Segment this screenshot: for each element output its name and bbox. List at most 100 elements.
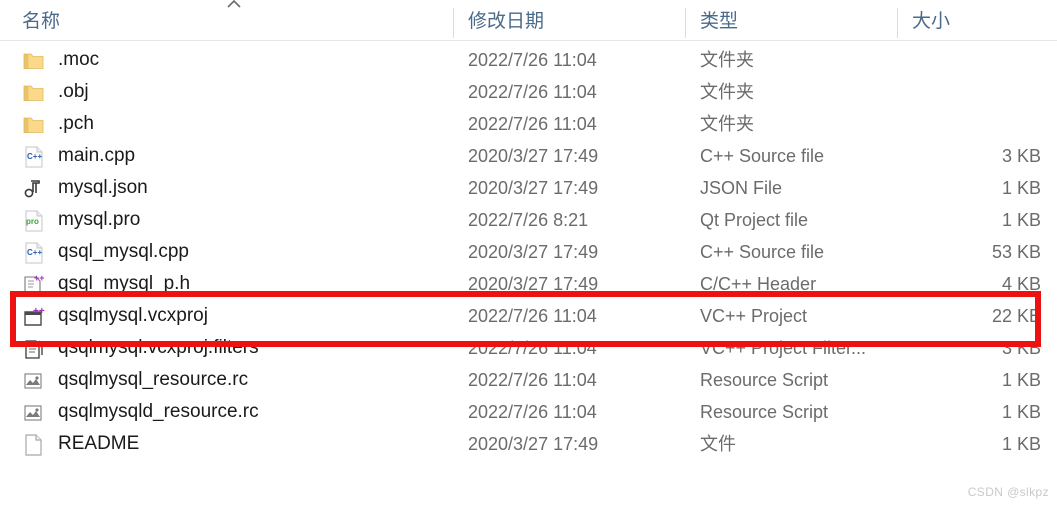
- file-explorer-window: 名称 修改日期 类型 大小 .moc 2022/7/26 11:04 文件夹 .obj…: [0, 0, 1057, 505]
- table-row[interactable]: C++ qsql_mysql.cpp 2020/3/27 17:49 C++ Sour…: [0, 236, 1057, 268]
- file-name-label: mysql.json: [58, 177, 148, 198]
- cell-name[interactable]: ++ qsql_mysql_p.h: [22, 268, 442, 300]
- cell-name[interactable]: qsqlmysqld_resource.rc: [22, 396, 442, 428]
- cell-size: 1 KB: [1001, 402, 1041, 422]
- cell-name[interactable]: .moc: [22, 44, 442, 76]
- generic-file-icon: [22, 434, 46, 456]
- file-name-label: .obj: [58, 81, 89, 102]
- cell-date-modified: 2022/7/26 11:04: [468, 50, 597, 70]
- cpp-source-file-icon: C++: [22, 242, 46, 264]
- cell-name[interactable]: ++ qsqlmysql.vcxproj: [22, 300, 442, 332]
- cell-type: 文件夹: [700, 114, 754, 134]
- table-row[interactable]: .pch 2022/7/26 11:04 文件夹: [0, 108, 1057, 140]
- cell-date-modified: 2020/3/27 17:49: [468, 274, 599, 294]
- cell-type: JSON File: [700, 178, 783, 198]
- table-row[interactable]: qsqlmysql_resource.rc 2022/7/26 11:04 Reso…: [0, 364, 1057, 396]
- cell-type: Qt Project file: [700, 210, 809, 230]
- cell-size: 53 KB: [991, 242, 1041, 262]
- folder-icon: [22, 82, 46, 104]
- file-name-label: qsqlmysql.vcxproj: [58, 305, 208, 326]
- cell-date-modified: 2022/7/26 11:04: [468, 306, 597, 326]
- cell-date-modified: 2022/7/26 11:04: [468, 338, 597, 358]
- folder-icon: [22, 50, 46, 72]
- cell-name[interactable]: README: [22, 428, 442, 460]
- cell-name[interactable]: qsqlmysql_resource.rc: [22, 364, 442, 396]
- column-divider-date-type[interactable]: [685, 8, 686, 38]
- json-file-icon: [22, 178, 46, 200]
- cell-size: 22 KB: [991, 306, 1041, 326]
- cell-name[interactable]: C++ qsql_mysql.cpp: [22, 236, 442, 268]
- cell-name[interactable]: mysql.json: [22, 172, 442, 204]
- file-name-label: .pch: [58, 113, 94, 134]
- cell-name[interactable]: qsqlmysql.vcxproj.filters: [22, 332, 442, 364]
- file-name-label: .moc: [58, 49, 100, 70]
- column-header-size[interactable]: 大小: [912, 4, 950, 40]
- cell-name[interactable]: C++ main.cpp: [22, 140, 442, 172]
- table-row[interactable]: qsqlmysql.vcxproj.filters 2022/7/26 11:04…: [0, 332, 1057, 364]
- column-header-row: 名称 修改日期 类型 大小: [0, 4, 1057, 40]
- cell-type: C/C++ Header: [700, 274, 817, 294]
- column-divider-type-size[interactable]: [897, 8, 898, 38]
- cell-date-modified: 2022/7/26 11:04: [468, 82, 597, 102]
- file-name-label: mysql.pro: [58, 209, 141, 230]
- cell-size: 3 KB: [1001, 146, 1041, 166]
- table-row[interactable]: ++ qsqlmysql.vcxproj 2022/7/26 11:04 VC++ P…: [0, 300, 1057, 332]
- resource-script-file-icon: [22, 402, 46, 424]
- cell-size: [880, 108, 1041, 140]
- cell-size: 4 KB: [1001, 274, 1041, 294]
- column-header-name[interactable]: 名称: [22, 4, 60, 40]
- table-row[interactable]: mysql.json 2020/3/27 17:49 JSON File 1 KB: [0, 172, 1057, 204]
- column-divider-name-date[interactable]: [453, 8, 454, 38]
- cell-size: 1 KB: [1001, 434, 1041, 454]
- cell-date-modified: 2020/3/27 17:49: [468, 146, 599, 166]
- header-divider: [0, 40, 1057, 41]
- file-name-label: qsqlmysql_resource.rc: [58, 369, 249, 390]
- column-header-type[interactable]: 类型: [700, 4, 738, 40]
- svg-text:++: ++: [34, 274, 45, 283]
- svg-text:C++: C++: [27, 152, 42, 161]
- cell-type: Resource Script: [700, 370, 829, 390]
- svg-text:C++: C++: [27, 248, 42, 257]
- file-name-label: main.cpp: [58, 145, 136, 166]
- cell-type: VC++ Project: [700, 306, 808, 326]
- cell-type: VC++ Project Filter...: [700, 338, 867, 358]
- file-list: .moc 2022/7/26 11:04 文件夹 .obj 2022/7/26 11:0…: [0, 44, 1057, 460]
- table-row[interactable]: pro mysql.pro 2022/7/26 8:21 Qt Project fil…: [0, 204, 1057, 236]
- cell-type: C++ Source file: [700, 146, 825, 166]
- cpp-header-file-icon: ++: [22, 274, 46, 296]
- cell-size: 1 KB: [1001, 370, 1041, 390]
- cell-size: 1 KB: [1001, 178, 1041, 198]
- table-row[interactable]: .moc 2022/7/26 11:04 文件夹: [0, 44, 1057, 76]
- cell-type: 文件: [700, 434, 736, 454]
- qt-project-file-icon: pro: [22, 210, 46, 232]
- folder-icon: [22, 114, 46, 136]
- table-row[interactable]: C++ main.cpp 2020/3/27 17:49 C++ Source fil…: [0, 140, 1057, 172]
- vcxproj-filters-file-icon: [22, 338, 46, 360]
- cell-type: Resource Script: [700, 402, 829, 422]
- watermark: CSDN @slkpz: [967, 485, 1049, 499]
- table-row[interactable]: qsqlmysqld_resource.rc 2022/7/26 11:04 Res…: [0, 396, 1057, 428]
- file-name-label: qsql_mysql.cpp: [58, 241, 189, 262]
- cell-size: 1 KB: [1001, 210, 1041, 230]
- file-name-label: qsql_mysql_p.h: [58, 273, 191, 294]
- cell-name[interactable]: .pch: [22, 108, 442, 140]
- cell-size: [880, 44, 1041, 76]
- resource-script-file-icon: [22, 370, 46, 392]
- cell-name[interactable]: .obj: [22, 76, 442, 108]
- cell-date-modified: 2020/3/27 17:49: [468, 178, 599, 198]
- cell-date-modified: 2022/7/26 8:21: [468, 210, 589, 230]
- cell-size: 3 KB: [1001, 338, 1041, 358]
- table-row[interactable]: README 2020/3/27 17:49 文件 1 KB: [0, 428, 1057, 460]
- table-row[interactable]: ++ qsql_mysql_p.h 2020/3/27 17:49 C/C++ Hea…: [0, 268, 1057, 300]
- table-row[interactable]: .obj 2022/7/26 11:04 文件夹: [0, 76, 1057, 108]
- cell-date-modified: 2022/7/26 11:04: [468, 114, 597, 134]
- cell-type: 文件夹: [700, 82, 754, 102]
- cell-date-modified: 2022/7/26 11:04: [468, 370, 597, 390]
- vcxproj-file-icon: ++: [22, 306, 46, 328]
- cell-name[interactable]: pro mysql.pro: [22, 204, 442, 236]
- column-header-date-modified[interactable]: 修改日期: [468, 4, 544, 40]
- file-name-label: README: [58, 433, 140, 454]
- cell-date-modified: 2020/3/27 17:49: [468, 434, 599, 454]
- svg-text:++: ++: [33, 306, 45, 317]
- cell-date-modified: 2022/7/26 11:04: [468, 402, 597, 422]
